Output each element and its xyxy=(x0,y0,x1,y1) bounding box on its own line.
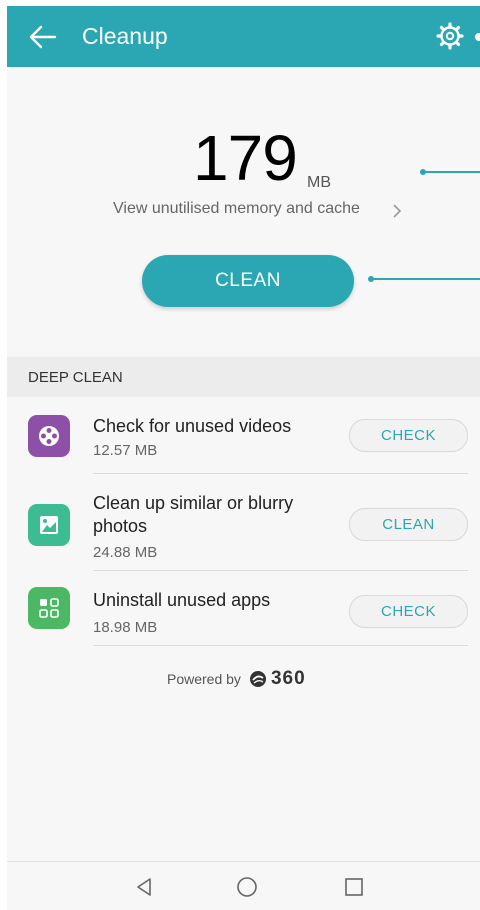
annotation-pointer xyxy=(368,276,480,282)
settings-button[interactable] xyxy=(435,21,465,51)
cleanup-screen: Cleanup 179 MB View unutilised memory an… xyxy=(7,6,480,910)
check-videos-button[interactable]: CHECK xyxy=(349,419,468,452)
view-memory-link[interactable]: View unutilised memory and cache xyxy=(113,200,360,218)
gear-icon xyxy=(436,22,464,50)
overflow-dot xyxy=(475,33,480,41)
nav-home-icon[interactable] xyxy=(236,876,258,898)
annotation-pointer xyxy=(420,169,480,175)
check-apps-button[interactable]: CHECK xyxy=(349,595,468,628)
list-item-unused-apps[interactable]: Uninstall unused apps 18.98 MB CHECK xyxy=(7,571,480,646)
chevron-right-icon xyxy=(393,204,402,218)
deep-clean-header: DEEP CLEAN xyxy=(7,357,480,397)
photo-icon xyxy=(28,504,70,546)
360-logo-icon xyxy=(249,671,266,687)
list-item-blurry-photos[interactable]: Clean up similar or blurry photos 24.88 … xyxy=(7,474,480,570)
item-size: 18.98 MB xyxy=(93,619,158,636)
item-size: 12.57 MB xyxy=(93,442,158,459)
app-bar: Cleanup xyxy=(7,6,480,67)
video-reel-icon xyxy=(28,415,70,457)
clean-button[interactable]: CLEAN xyxy=(142,255,354,307)
item-title: Uninstall unused apps xyxy=(93,590,271,610)
nav-back-icon[interactable] xyxy=(133,876,155,898)
divider xyxy=(93,645,468,646)
list-item-unused-videos[interactable]: Check for unused videos 12.57 MB CHECK xyxy=(7,397,480,474)
nav-recents-icon[interactable] xyxy=(343,876,365,898)
apps-grid-icon xyxy=(28,587,70,629)
junk-unit: MB xyxy=(307,174,331,191)
item-size: 24.88 MB xyxy=(93,544,158,561)
item-title: Clean up similar or blurry photos xyxy=(93,493,294,536)
item-title: Check for unused videos xyxy=(93,416,292,436)
clean-photos-button[interactable]: CLEAN xyxy=(349,508,468,541)
back-arrow-icon xyxy=(29,25,57,49)
powered-by-label: Powered by xyxy=(167,671,241,687)
brand-logo: 360 xyxy=(249,668,306,690)
junk-amount: 179 xyxy=(193,122,298,194)
powered-by: Powered by 360 xyxy=(167,668,306,690)
brand-text: 360 xyxy=(270,668,306,689)
system-nav-bar xyxy=(7,861,480,910)
section-title: DEEP CLEAN xyxy=(28,369,123,386)
back-button[interactable] xyxy=(27,22,59,52)
page-title: Cleanup xyxy=(82,23,168,49)
